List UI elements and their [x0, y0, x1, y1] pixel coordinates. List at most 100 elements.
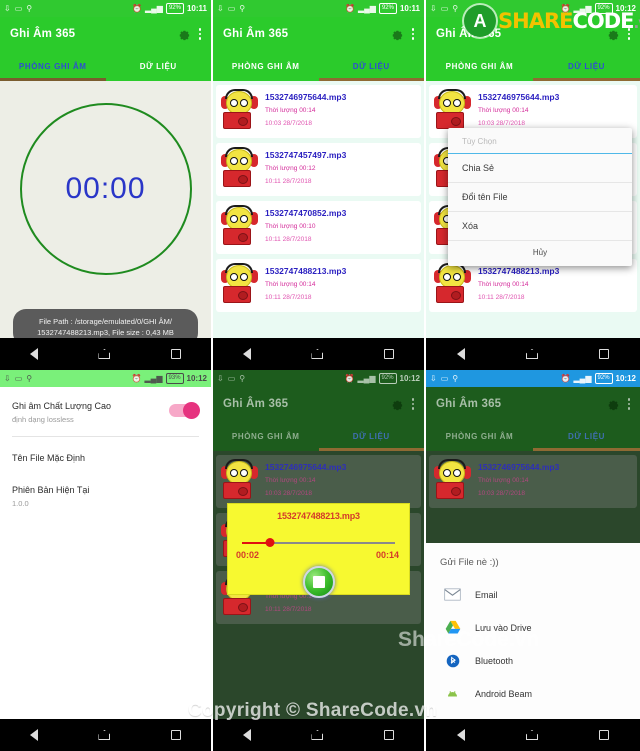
battery-badge: 92% — [378, 373, 397, 384]
file-name: 1532747470852.mp3 — [265, 208, 347, 218]
app-title: Ghi Âm 365 — [436, 398, 502, 410]
gear-icon[interactable] — [605, 397, 620, 412]
list-item[interactable]: 1532746975644.mp3 Thời lượng 00:14 10:03… — [429, 455, 637, 508]
panel-file-list: ⇩ ▭ ⚲ ⏰ ▂▄▆ 92% 10:11 Ghi Âm 365 PHÒNG G… — [213, 0, 426, 370]
battery-badge: 92% — [378, 3, 397, 14]
overflow-menu-icon[interactable] — [198, 28, 201, 40]
nav-back-icon[interactable] — [243, 729, 252, 741]
tab-recording-room[interactable]: PHÒNG GHI ÂM — [213, 51, 319, 81]
nav-back-icon[interactable] — [456, 348, 465, 360]
list-item[interactable]: 1532747488213.mp3 Thời lượng 00:14 10:11… — [216, 259, 421, 312]
nav-bar — [426, 338, 640, 370]
panel-share-sheet: ⇩ ▭ ⚲ ⏰ ▂▄▆ 92% 10:12 Ghi Âm 365 PHÒNG G… — [426, 370, 640, 751]
player-seek-bar[interactable] — [242, 538, 395, 547]
nav-home-icon[interactable] — [98, 349, 111, 359]
list-item[interactable]: 1532746975644.mp3 Thời lượng 00:14 10:03… — [216, 85, 421, 138]
status-clock: 10:12 — [399, 374, 420, 383]
overflow-menu-icon[interactable] — [411, 398, 414, 410]
gear-icon[interactable] — [389, 27, 404, 42]
tab-data[interactable]: DỮ LIỆU — [533, 51, 640, 81]
dialog-item-share[interactable]: Chia Sẻ — [448, 154, 632, 183]
avatar — [434, 459, 472, 501]
nav-recents-icon[interactable] — [599, 730, 610, 740]
nav-back-icon[interactable] — [243, 348, 252, 360]
nav-recents-icon[interactable] — [170, 730, 181, 740]
recording-list[interactable]: 1532746975644.mp3 Thời lượng 00:14 10:03… — [426, 451, 640, 543]
recorder-body: 00:00 File Path : /storage/emulated/0/GH… — [0, 81, 211, 370]
tab-data[interactable]: DỮ LIỆU — [533, 421, 640, 451]
status-icons-left: ⇩ ▭ ⚲ — [217, 3, 246, 13]
tab-recording-room[interactable]: PHÒNG GHI ÂM — [426, 51, 533, 81]
location-icon: ⚲ — [452, 373, 459, 383]
settings-label: Phiên Bản Hiện Tại — [12, 485, 90, 495]
nav-home-icon[interactable] — [311, 730, 324, 740]
audio-player-overlay[interactable]: 1532747488213.mp3 00:02 00:14 — [227, 503, 410, 598]
file-duration: Thời lượng 00:14 — [478, 107, 529, 114]
seek-knob[interactable] — [265, 538, 275, 547]
overflow-menu-icon[interactable] — [627, 398, 630, 410]
status-clock: 10:12 — [615, 374, 636, 383]
recording-list[interactable]: 1532746975644.mp3 Thời lượng 00:14 10:03… — [213, 81, 424, 338]
settings-row-quality[interactable]: Ghi âm Chất Lượng Cao định dạng lossless — [0, 387, 211, 436]
nav-back-icon[interactable] — [30, 348, 39, 360]
nav-back-icon[interactable] — [456, 729, 465, 741]
settings-row-default-name[interactable]: Tên File Mặc Định — [0, 437, 211, 471]
settings-label: Ghi âm Chất Lượng Cao — [12, 401, 111, 411]
dialog-item-rename[interactable]: Đổi tên File — [448, 183, 632, 212]
file-name: 1532747488213.mp3 — [478, 266, 560, 276]
dialog-title: Tùy Chọn — [448, 128, 632, 154]
status-clock: 10:11 — [186, 4, 207, 13]
tab-recording-room[interactable]: PHÒNG GHI ÂM — [213, 421, 319, 451]
file-duration: Thời lượng 00:14 — [265, 281, 316, 288]
dialog-cancel-button[interactable]: Hủy — [448, 241, 632, 266]
copyright-watermark: Copyright © ShareCode.vn — [188, 700, 438, 721]
list-item[interactable]: 1532747457497.mp3 Thời lượng 00:12 10:11… — [216, 143, 421, 196]
location-icon: ⚲ — [26, 373, 33, 383]
dialog-item-delete[interactable]: Xóa — [448, 212, 632, 241]
battery-badge: 92% — [594, 373, 613, 384]
settings-row-version[interactable]: Phiên Bản Hiện Tại 1.0.0 — [0, 471, 211, 516]
file-duration: Thời lượng 00:12 — [265, 165, 316, 172]
sharecode-middle-watermark: ShareCode.vn — [398, 628, 540, 651]
status-bar: ⇩ ▭ ⚲ ⏰ ▂▄▆ 92% 10:11 — [0, 0, 211, 17]
avatar — [434, 89, 472, 131]
tab-bar: PHÒNG GHI ÂM DỮ LIỆU — [426, 421, 640, 451]
nav-recents-icon[interactable] — [599, 349, 610, 359]
share-item-android-beam[interactable]: Android Beam — [426, 677, 640, 710]
share-item-label: Bluetooth — [475, 655, 514, 666]
nav-home-icon[interactable] — [98, 730, 111, 740]
share-item-email[interactable]: Email — [426, 578, 640, 611]
tab-data[interactable]: DỮ LIỆU — [106, 51, 212, 81]
nav-recents-icon[interactable] — [383, 730, 394, 740]
app-bar-actions — [605, 397, 630, 412]
record-circle[interactable]: 00:00 — [19, 103, 192, 275]
location-icon: ⚲ — [239, 3, 246, 13]
tab-recording-room[interactable]: PHÒNG GHI ÂM — [426, 421, 533, 451]
alarm-icon: ⏰ — [560, 373, 571, 383]
list-item[interactable]: 1532746975644.mp3 Thời lượng 00:14 10:03… — [216, 455, 421, 508]
nav-home-icon[interactable] — [311, 349, 324, 359]
gear-icon[interactable] — [389, 397, 404, 412]
app-bar: Ghi Âm 365 — [426, 387, 640, 421]
nav-recents-icon[interactable] — [170, 349, 181, 359]
usb-icon: ⇩ — [4, 3, 11, 13]
overflow-menu-icon[interactable] — [411, 28, 414, 40]
nav-home-icon[interactable] — [525, 349, 538, 359]
list-item[interactable]: 1532747488213.mp3 Thời lượng 00:14 10:11… — [429, 259, 637, 312]
android-beam-icon — [444, 686, 461, 701]
status-icons-left: ⇩ ▭ ⚲ — [430, 4, 458, 13]
app-bar-actions — [389, 27, 414, 42]
stop-button[interactable] — [302, 566, 335, 598]
quality-toggle[interactable] — [169, 402, 200, 419]
list-item[interactable]: 1532747470852.mp3 Thời lượng 00:10 10:11… — [216, 201, 421, 254]
tab-data[interactable]: DỮ LIỆU — [319, 421, 425, 451]
tab-recording-room[interactable]: PHÒNG GHI ÂM — [0, 51, 106, 81]
gear-icon[interactable] — [176, 27, 191, 42]
nav-home-icon[interactable] — [525, 730, 538, 740]
nav-back-icon[interactable] — [30, 729, 39, 741]
tab-data[interactable]: DỮ LIỆU — [319, 51, 425, 81]
app-bar-actions — [176, 27, 201, 42]
nav-recents-icon[interactable] — [383, 349, 394, 359]
file-duration: Thời lượng 00:14 — [478, 281, 529, 288]
status-icons-right: ⏰ ▂▄▆ 92% 10:12 — [345, 373, 420, 384]
